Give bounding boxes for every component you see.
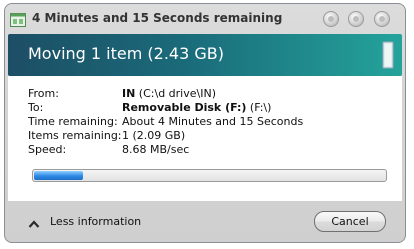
to-value: Removable Disk (F:) (F:\) bbox=[122, 101, 271, 115]
from-label: From: bbox=[28, 87, 59, 100]
copy-dialog-icon bbox=[10, 12, 26, 27]
speed-label: Speed: bbox=[28, 143, 67, 156]
window-title: 4 Minutes and 15 Seconds remaining bbox=[32, 11, 283, 25]
speed-value: 8.68 MB/sec bbox=[122, 143, 190, 156]
file-operation-dialog: 4 Minutes and 15 Seconds remaining Movin… bbox=[4, 3, 406, 243]
items-remaining-value: 1 (2.09 GB) bbox=[122, 129, 186, 142]
details-panel: From: IN (C:\d drive\IN) To: Removable D… bbox=[8, 76, 402, 201]
from-name[interactable]: IN bbox=[122, 87, 135, 100]
from-value: IN (C:\d drive\IN) bbox=[122, 87, 216, 101]
progress-fill bbox=[34, 171, 83, 180]
close-button[interactable] bbox=[374, 11, 390, 27]
less-information-label: Less information bbox=[50, 215, 142, 228]
operation-header: Moving 1 item (2.43 GB) bbox=[8, 34, 402, 76]
maximize-button[interactable] bbox=[348, 11, 364, 27]
from-path: (C:\d drive\IN) bbox=[135, 87, 216, 100]
time-remaining-label: Time remaining: bbox=[28, 115, 118, 128]
to-label: To: bbox=[28, 101, 44, 114]
time-remaining-value: About 4 Minutes and 15 Seconds bbox=[122, 115, 304, 128]
to-name[interactable]: Removable Disk (F:) bbox=[122, 101, 246, 114]
minimize-button[interactable] bbox=[323, 11, 339, 27]
operation-summary: Moving 1 item (2.43 GB) bbox=[28, 44, 224, 63]
chevron-up-icon bbox=[28, 214, 40, 228]
to-path: (F:\) bbox=[246, 101, 272, 114]
cancel-button[interactable]: Cancel bbox=[314, 211, 386, 232]
items-remaining-label: Items remaining: bbox=[28, 129, 122, 142]
progress-bar bbox=[32, 169, 387, 182]
dialog-footer: Less information Cancel bbox=[8, 201, 402, 241]
title-bar[interactable]: 4 Minutes and 15 Seconds remaining bbox=[5, 4, 405, 34]
removable-drive-icon bbox=[382, 40, 394, 70]
